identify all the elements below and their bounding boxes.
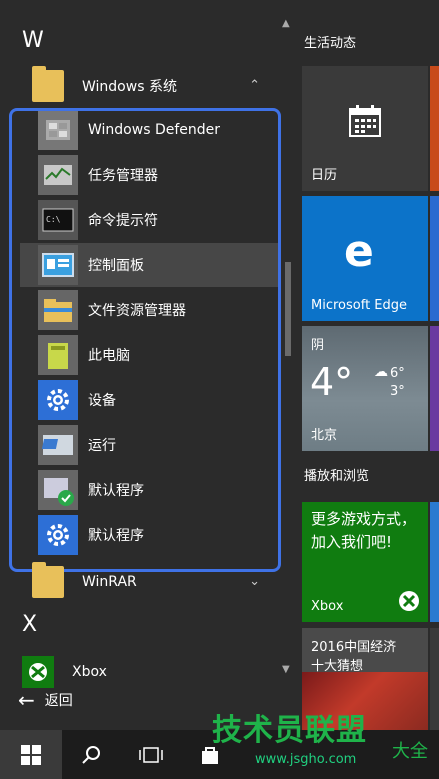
search-button[interactable] xyxy=(66,730,116,779)
partial-tile xyxy=(430,66,439,191)
back-label: 返回 xyxy=(44,693,73,709)
tile-label: 日历 xyxy=(311,168,338,183)
start-button[interactable] xyxy=(0,730,62,779)
weather-temp: 4° xyxy=(310,360,354,404)
xbox-icon xyxy=(398,590,420,616)
weather-low: 3° xyxy=(390,384,405,399)
back-button[interactable]: ← 返回 xyxy=(18,688,73,712)
letter-header-w[interactable]: W xyxy=(22,28,44,53)
watermark-url: www.jsgho.com xyxy=(255,752,357,767)
edge-tile[interactable]: e Microsoft Edge xyxy=(302,196,428,321)
folder-icon xyxy=(32,66,64,102)
weather-tile[interactable]: 阴 4° 6° 3° ☁ 北京 xyxy=(302,326,428,451)
xbox-tile[interactable]: 更多游戏方式，加入我们吧! Xbox xyxy=(302,502,428,622)
partial-tile xyxy=(430,628,439,730)
partial-tile xyxy=(430,196,439,321)
chevron-up-icon: ⌃ xyxy=(249,78,260,93)
news-line1: 2016中国经济 xyxy=(311,640,397,655)
tile-area: 生活动态 日历 e Microsoft Edge 阴 4° 6° 3° ☁ 北京… xyxy=(296,0,439,730)
folder-icon xyxy=(32,562,64,598)
scroll-down-icon[interactable]: ▼ xyxy=(282,664,290,675)
calendar-icon xyxy=(348,104,382,142)
weather-condition: 阴 xyxy=(311,338,325,353)
windows-logo-icon xyxy=(21,744,41,765)
task-view-icon xyxy=(139,746,163,763)
weather-cloud-icon: ☁ xyxy=(374,364,388,380)
scrollbar-thumb[interactable] xyxy=(285,262,291,356)
watermark-brand: 技术员联盟 xyxy=(212,713,367,748)
offscreen-tiles-strip xyxy=(430,0,439,730)
scroll-up-icon[interactable]: ▲ xyxy=(282,18,290,29)
selection-highlight-frame xyxy=(9,108,281,572)
task-view-button[interactable] xyxy=(126,730,176,779)
section-title-life: 生活动态 xyxy=(304,36,357,51)
xbox-icon xyxy=(22,656,54,688)
partial-tile xyxy=(430,502,439,622)
weather-city: 北京 xyxy=(311,428,338,443)
tile-label: Xbox xyxy=(311,599,344,614)
tile-label: Microsoft Edge xyxy=(311,298,408,313)
calendar-tile[interactable]: 日历 xyxy=(302,66,428,191)
chevron-down-icon: ⌄ xyxy=(249,574,260,589)
news-line2: 十大猜想 xyxy=(311,659,364,674)
watermark-suffix: 大全 xyxy=(392,741,428,762)
group-windows-system[interactable]: Windows 系统 ⌃ xyxy=(20,64,278,108)
app-label: Xbox xyxy=(72,664,107,680)
letter-header-x[interactable]: X xyxy=(22,612,37,637)
xbox-tile-text: 更多游戏方式，加入我们吧! xyxy=(311,510,417,551)
group-label: Windows 系统 xyxy=(82,79,177,95)
group-label: WinRAR xyxy=(82,574,137,590)
search-icon xyxy=(82,745,100,764)
partial-tile xyxy=(430,326,439,451)
back-arrow-icon: ← xyxy=(18,688,35,712)
group-winrar[interactable]: WinRAR ⌄ xyxy=(20,560,278,604)
start-app-list: W Windows 系统 ⌃ Windows Defender 任务管理器 C:… xyxy=(0,0,291,712)
edge-icon: e xyxy=(344,226,374,277)
weather-high: 6° xyxy=(390,366,405,381)
section-title-play: 播放和浏览 xyxy=(304,469,370,484)
